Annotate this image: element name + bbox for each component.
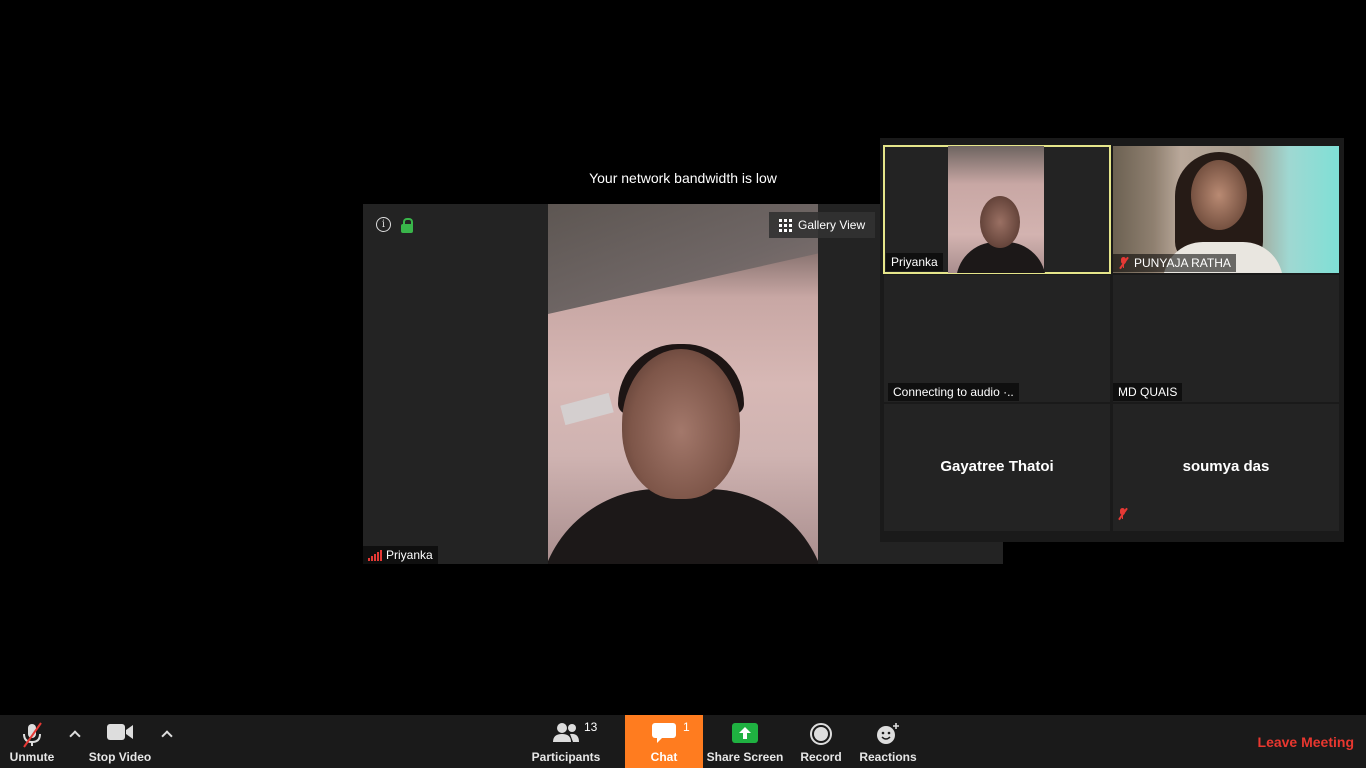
- speaker-name: Priyanka: [386, 548, 433, 562]
- encryption-lock-icon[interactable]: [401, 217, 413, 233]
- meeting-info-icon[interactable]: i: [376, 217, 391, 232]
- leave-meeting-button[interactable]: Leave Meeting: [1258, 734, 1354, 750]
- audio-options-caret[interactable]: [69, 729, 79, 739]
- muted-mic-icon: [1117, 507, 1129, 521]
- chat-bubble-icon: [652, 723, 676, 743]
- reactions-button[interactable]: Reactions: [858, 715, 918, 768]
- speaker-name-tag: Priyanka: [363, 546, 438, 564]
- stop-video-label: Stop Video: [88, 750, 152, 764]
- chat-button[interactable]: 1 Chat: [625, 715, 703, 768]
- participant-name: Connecting to audio ·..: [893, 385, 1014, 399]
- record-button[interactable]: Record: [792, 715, 850, 768]
- participant-tile[interactable]: Priyanka: [883, 145, 1111, 274]
- participants-icon: [553, 723, 579, 742]
- gallery-view-label: Gallery View: [798, 218, 866, 232]
- participants-count: 13: [584, 720, 598, 734]
- participant-name: PUNYAJA RATHA: [1134, 256, 1231, 270]
- chat-badge: 1: [683, 720, 690, 734]
- muted-mic-icon: [1118, 256, 1130, 270]
- unmute-label: Unmute: [9, 750, 55, 764]
- muted-microphone-icon: [23, 722, 42, 748]
- participant-name-tag: Connecting to audio ·..: [888, 383, 1019, 401]
- participant-name-tag: Priyanka: [886, 253, 943, 271]
- participant-tile[interactable]: MD QUAIS: [1113, 275, 1339, 402]
- share-screen-icon: [732, 723, 758, 743]
- record-icon: [810, 723, 832, 745]
- grid-icon: [779, 218, 792, 232]
- participant-name-tag: MD QUAIS: [1113, 383, 1183, 401]
- record-label: Record: [800, 750, 842, 764]
- network-bandwidth-notice: Your network bandwidth is low: [589, 170, 777, 186]
- gallery-panel: Priyanka PUNYAJA RATHA Connecting to aud…: [880, 138, 1344, 542]
- participant-tile[interactable]: Gayatree Thatoi: [884, 404, 1110, 531]
- reactions-label: Reactions: [859, 750, 917, 764]
- participants-label: Participants: [531, 750, 601, 764]
- participant-tile[interactable]: soumya das: [1113, 404, 1339, 531]
- meeting-toolbar: Unmute Stop Video 13 Participants 1 Chat: [0, 715, 1366, 768]
- smiley-plus-icon: [877, 723, 899, 744]
- participant-name: Priyanka: [891, 255, 938, 269]
- participant-video: [948, 146, 1046, 273]
- network-signal-icon: [368, 549, 382, 561]
- chat-label: Chat: [650, 750, 678, 764]
- participant-name-tag: PUNYAJA RATHA: [1113, 254, 1236, 272]
- stop-video-button[interactable]: Stop Video: [84, 715, 156, 768]
- share-screen-label: Share Screen: [706, 750, 784, 764]
- unmute-button[interactable]: Unmute: [0, 715, 64, 768]
- video-camera-icon: [107, 724, 133, 740]
- video-options-caret[interactable]: [161, 729, 171, 739]
- share-screen-button[interactable]: Share Screen: [706, 715, 784, 768]
- gallery-view-button[interactable]: Gallery View: [769, 212, 876, 238]
- participant-name: soumya das: [1182, 458, 1270, 475]
- participant-tile[interactable]: PUNYAJA RATHA: [1113, 146, 1339, 273]
- participant-name: MD QUAIS: [1118, 385, 1178, 399]
- participant-tile[interactable]: Connecting to audio ·..: [884, 275, 1110, 402]
- participant-name: Gayatree Thatoi: [940, 458, 1054, 475]
- speaker-video: [548, 204, 818, 564]
- participants-button[interactable]: 13 Participants: [530, 715, 602, 768]
- muted-indicator: [1117, 507, 1129, 525]
